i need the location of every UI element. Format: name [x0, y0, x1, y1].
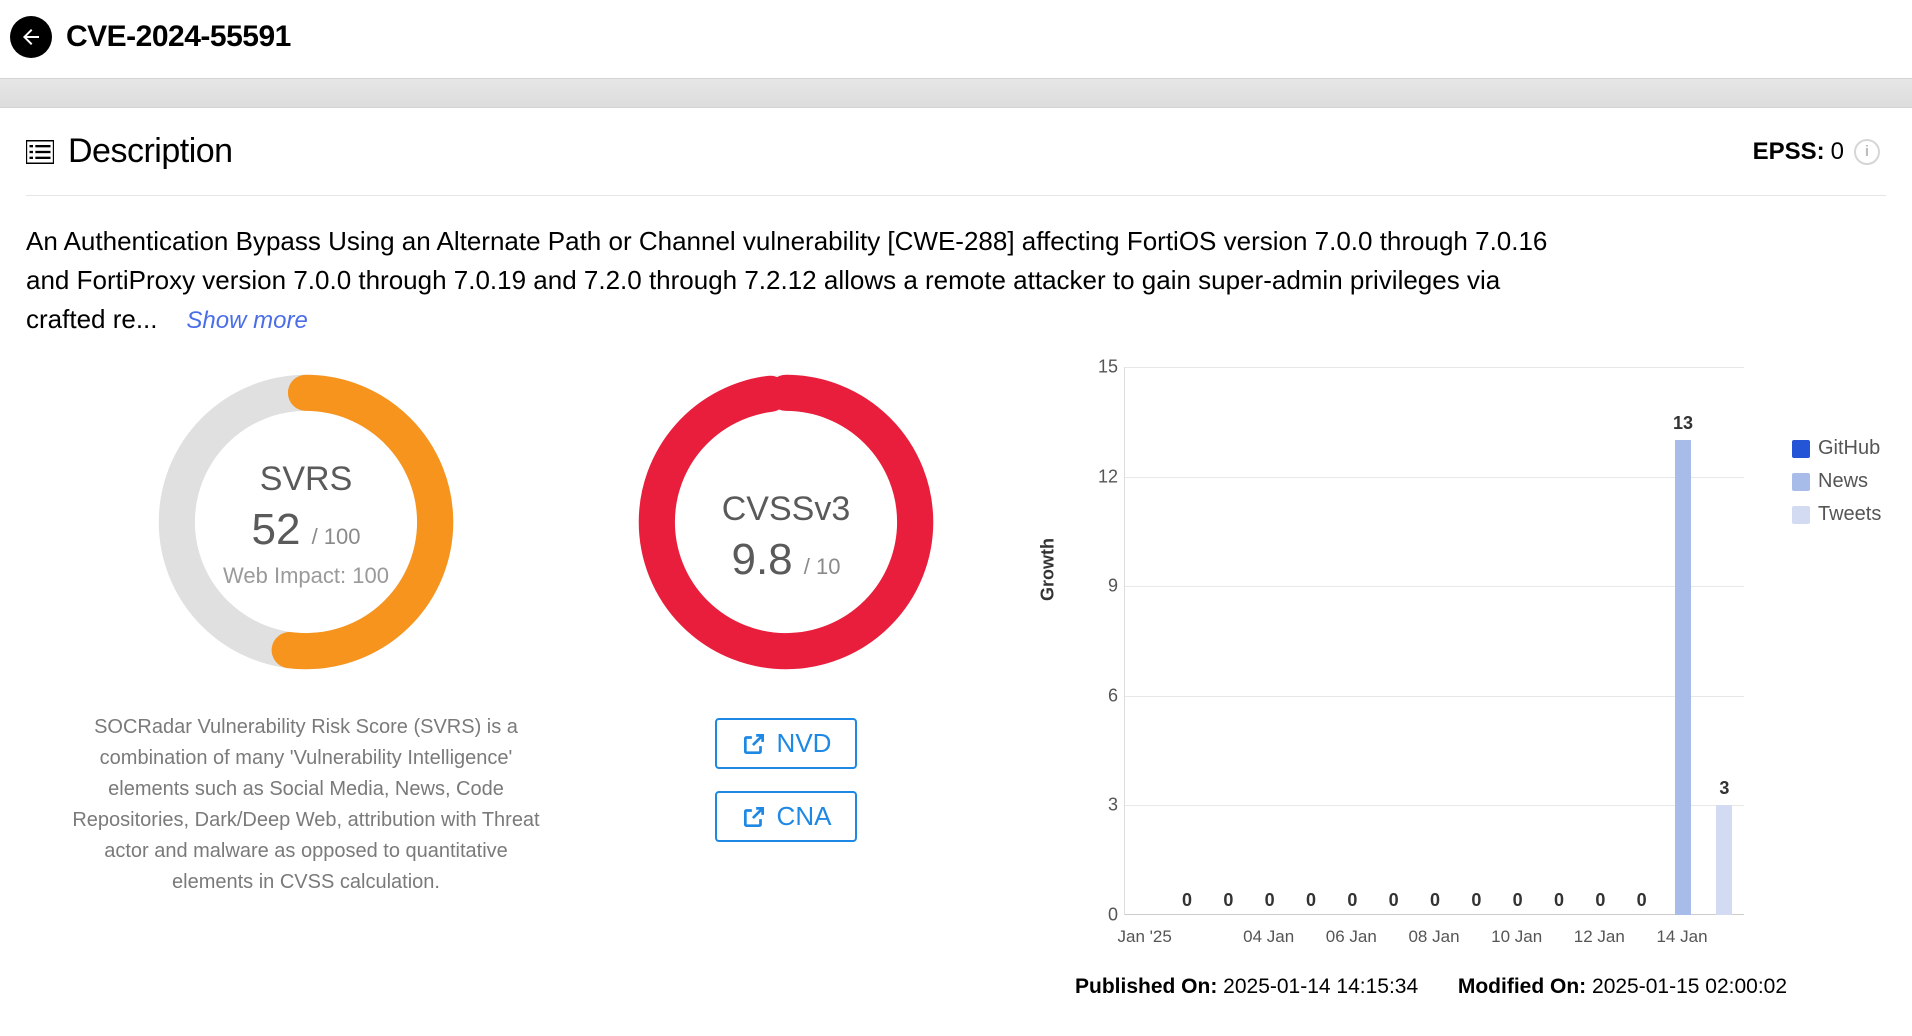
x-tick-label: 10 Jan	[1491, 927, 1542, 947]
external-link-icon	[741, 804, 767, 830]
bar-value-label: 3	[1719, 778, 1729, 799]
show-more-link[interactable]: Show more	[186, 307, 307, 334]
legend-swatch-github	[1792, 440, 1810, 458]
cna-link-label: CNA	[777, 801, 832, 832]
y-tick-label: 15	[1088, 357, 1118, 378]
web-impact-label: Web Impact:	[223, 563, 346, 588]
published-label: Published On:	[1075, 975, 1217, 998]
bar-value-label: 0	[1223, 890, 1233, 911]
y-tick-label: 0	[1088, 905, 1118, 926]
chart-y-axis-label: Growth	[1038, 538, 1059, 601]
epss-label: EPSS:	[1753, 138, 1825, 166]
x-tick-label: 04 Jan	[1243, 927, 1294, 947]
growth-chart: Growth 0 0 0 0 0 0 0 0 0 0 0 0 13 3 GitHub News Tweet…	[1006, 367, 1886, 999]
chart-bar	[1675, 440, 1691, 915]
modified-value: 2025-01-15 02:00:02	[1592, 975, 1787, 998]
chart-legend: GitHub News Tweets	[1792, 437, 1881, 536]
bar-value-label: 0	[1389, 890, 1399, 911]
legend-swatch-tweets	[1792, 506, 1810, 524]
chart-timestamps: Published On: 2025-01-14 14:15:34 Modifi…	[1006, 975, 1856, 999]
bar-value-label: 0	[1347, 890, 1357, 911]
bar-value-label: 0	[1306, 890, 1316, 911]
modified-label: Modified On:	[1458, 975, 1586, 998]
cvss-donut: CVSSv3 9.8 / 10	[631, 367, 941, 682]
svrs-donut: SVRS 52 / 100 Web Impact: 100	[151, 367, 461, 682]
bar-value-label: 0	[1471, 890, 1481, 911]
nvd-link-label: NVD	[777, 728, 832, 759]
cna-link-button[interactable]: CNA	[715, 791, 858, 842]
bar-value-label: 0	[1595, 890, 1605, 911]
cvss-label: CVSSv3	[722, 490, 851, 529]
description-heading: Description	[68, 132, 233, 171]
x-tick-label: Jan '25	[1118, 927, 1172, 947]
bar-value-label: 0	[1554, 890, 1564, 911]
svrs-description: SOCRadar Vulnerability Risk Score (SVRS)…	[46, 712, 566, 898]
legend-label-news: News	[1818, 470, 1868, 493]
legend-swatch-news	[1792, 473, 1810, 491]
cvss-value: 9.8	[731, 535, 792, 584]
list-icon	[26, 140, 54, 164]
web-impact-value: 100	[352, 563, 389, 588]
cvss-max: / 10	[804, 554, 841, 579]
y-tick-label: 12	[1088, 466, 1118, 487]
bar-value-label: 13	[1673, 413, 1693, 434]
svrs-label: SVRS	[260, 460, 353, 499]
x-tick-label: 12 Jan	[1574, 927, 1625, 947]
epss-score: EPSS: 0 i	[1753, 138, 1886, 166]
legend-label-tweets: Tweets	[1818, 503, 1881, 526]
x-tick-label: 08 Jan	[1408, 927, 1459, 947]
svrs-max: / 100	[312, 524, 361, 549]
divider-strip	[0, 78, 1912, 108]
bar-value-label: 0	[1637, 890, 1647, 911]
back-button[interactable]	[10, 16, 52, 58]
epss-value: 0	[1831, 138, 1844, 166]
legend-label-github: GitHub	[1818, 437, 1880, 460]
external-link-icon	[741, 731, 767, 757]
published-value: 2025-01-14 14:15:34	[1223, 975, 1418, 998]
cve-id-title: CVE-2024-55591	[66, 20, 291, 54]
x-tick-label: 06 Jan	[1326, 927, 1377, 947]
chart-bar	[1716, 805, 1732, 915]
x-tick-label: 14 Jan	[1656, 927, 1707, 947]
svrs-value: 52	[251, 505, 300, 554]
y-tick-label: 9	[1088, 576, 1118, 597]
arrow-left-icon	[19, 25, 43, 49]
y-tick-label: 6	[1088, 685, 1118, 706]
bar-value-label: 0	[1513, 890, 1523, 911]
bar-value-label: 0	[1265, 890, 1275, 911]
bar-value-label: 0	[1182, 890, 1192, 911]
nvd-link-button[interactable]: NVD	[715, 718, 858, 769]
bar-value-label: 0	[1430, 890, 1440, 911]
y-tick-label: 3	[1088, 795, 1118, 816]
info-icon[interactable]: i	[1854, 139, 1880, 165]
